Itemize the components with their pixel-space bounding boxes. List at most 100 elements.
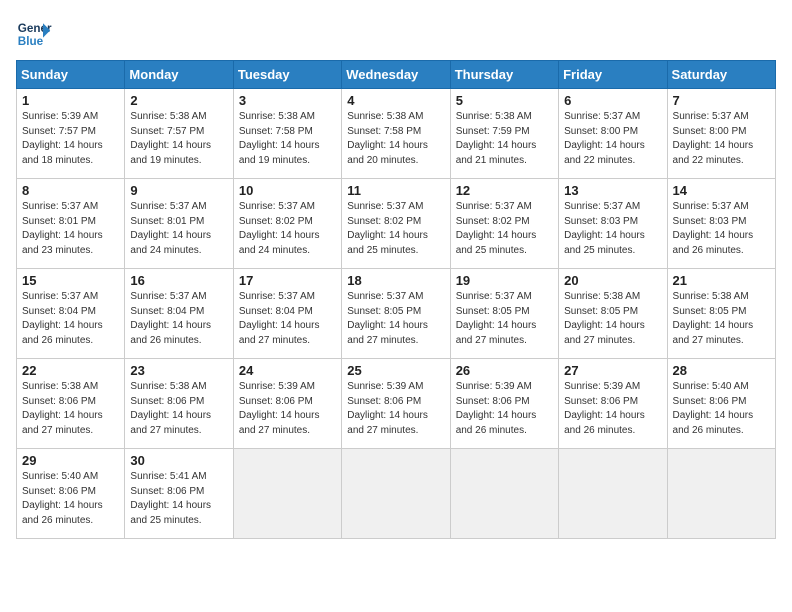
calendar-cell: 12 Sunrise: 5:37 AMSunset: 8:02 PMDaylig…	[450, 179, 558, 269]
day-header-monday: Monday	[125, 61, 233, 89]
calendar-table: SundayMondayTuesdayWednesdayThursdayFrid…	[16, 60, 776, 539]
svg-text:Blue: Blue	[18, 35, 44, 48]
day-info: Sunrise: 5:40 AMSunset: 8:06 PMDaylight:…	[673, 380, 770, 438]
day-number: 14	[673, 183, 770, 198]
day-info: Sunrise: 5:38 AMSunset: 8:06 PMDaylight:…	[22, 380, 119, 438]
day-info: Sunrise: 5:37 AMSunset: 8:01 PMDaylight:…	[22, 200, 119, 258]
day-number: 23	[130, 363, 227, 378]
day-info: Sunrise: 5:39 AMSunset: 8:06 PMDaylight:…	[347, 380, 444, 438]
day-number: 4	[347, 93, 444, 108]
calendar-cell: 18 Sunrise: 5:37 AMSunset: 8:05 PMDaylig…	[342, 269, 450, 359]
day-number: 24	[239, 363, 336, 378]
calendar-week-5: 29 Sunrise: 5:40 AMSunset: 8:06 PMDaylig…	[17, 449, 776, 539]
day-info: Sunrise: 5:39 AMSunset: 7:57 PMDaylight:…	[22, 110, 119, 168]
calendar-cell: 25 Sunrise: 5:39 AMSunset: 8:06 PMDaylig…	[342, 359, 450, 449]
day-number: 26	[456, 363, 553, 378]
calendar-cell: 2 Sunrise: 5:38 AMSunset: 7:57 PMDayligh…	[125, 89, 233, 179]
day-number: 7	[673, 93, 770, 108]
calendar-cell	[342, 449, 450, 539]
day-number: 5	[456, 93, 553, 108]
calendar-week-1: 1 Sunrise: 5:39 AMSunset: 7:57 PMDayligh…	[17, 89, 776, 179]
calendar-cell: 9 Sunrise: 5:37 AMSunset: 8:01 PMDayligh…	[125, 179, 233, 269]
day-info: Sunrise: 5:39 AMSunset: 8:06 PMDaylight:…	[564, 380, 661, 438]
day-info: Sunrise: 5:38 AMSunset: 7:57 PMDaylight:…	[130, 110, 227, 168]
calendar-cell	[450, 449, 558, 539]
calendar-cell: 17 Sunrise: 5:37 AMSunset: 8:04 PMDaylig…	[233, 269, 341, 359]
day-number: 3	[239, 93, 336, 108]
day-number: 1	[22, 93, 119, 108]
day-info: Sunrise: 5:37 AMSunset: 8:01 PMDaylight:…	[130, 200, 227, 258]
calendar-cell: 13 Sunrise: 5:37 AMSunset: 8:03 PMDaylig…	[559, 179, 667, 269]
day-info: Sunrise: 5:38 AMSunset: 7:58 PMDaylight:…	[347, 110, 444, 168]
day-number: 22	[22, 363, 119, 378]
day-header-saturday: Saturday	[667, 61, 775, 89]
calendar-cell: 23 Sunrise: 5:38 AMSunset: 8:06 PMDaylig…	[125, 359, 233, 449]
day-info: Sunrise: 5:37 AMSunset: 8:03 PMDaylight:…	[673, 200, 770, 258]
calendar-cell: 22 Sunrise: 5:38 AMSunset: 8:06 PMDaylig…	[17, 359, 125, 449]
day-number: 11	[347, 183, 444, 198]
calendar-cell: 3 Sunrise: 5:38 AMSunset: 7:58 PMDayligh…	[233, 89, 341, 179]
calendar-cell: 26 Sunrise: 5:39 AMSunset: 8:06 PMDaylig…	[450, 359, 558, 449]
calendar-cell: 30 Sunrise: 5:41 AMSunset: 8:06 PMDaylig…	[125, 449, 233, 539]
day-number: 19	[456, 273, 553, 288]
day-info: Sunrise: 5:38 AMSunset: 7:59 PMDaylight:…	[456, 110, 553, 168]
day-number: 25	[347, 363, 444, 378]
calendar-cell: 4 Sunrise: 5:38 AMSunset: 7:58 PMDayligh…	[342, 89, 450, 179]
day-number: 8	[22, 183, 119, 198]
calendar-cell: 1 Sunrise: 5:39 AMSunset: 7:57 PMDayligh…	[17, 89, 125, 179]
day-info: Sunrise: 5:37 AMSunset: 8:05 PMDaylight:…	[456, 290, 553, 348]
calendar-cell	[559, 449, 667, 539]
calendar-cell: 16 Sunrise: 5:37 AMSunset: 8:04 PMDaylig…	[125, 269, 233, 359]
day-info: Sunrise: 5:38 AMSunset: 7:58 PMDaylight:…	[239, 110, 336, 168]
calendar-cell: 27 Sunrise: 5:39 AMSunset: 8:06 PMDaylig…	[559, 359, 667, 449]
day-number: 17	[239, 273, 336, 288]
day-info: Sunrise: 5:37 AMSunset: 8:02 PMDaylight:…	[239, 200, 336, 258]
day-info: Sunrise: 5:37 AMSunset: 8:04 PMDaylight:…	[239, 290, 336, 348]
calendar-cell: 7 Sunrise: 5:37 AMSunset: 8:00 PMDayligh…	[667, 89, 775, 179]
day-info: Sunrise: 5:37 AMSunset: 8:05 PMDaylight:…	[347, 290, 444, 348]
calendar-week-4: 22 Sunrise: 5:38 AMSunset: 8:06 PMDaylig…	[17, 359, 776, 449]
day-info: Sunrise: 5:37 AMSunset: 8:00 PMDaylight:…	[564, 110, 661, 168]
calendar-header-row: SundayMondayTuesdayWednesdayThursdayFrid…	[17, 61, 776, 89]
logo-icon: General Blue	[16, 16, 52, 52]
day-header-thursday: Thursday	[450, 61, 558, 89]
day-number: 29	[22, 453, 119, 468]
calendar-cell: 6 Sunrise: 5:37 AMSunset: 8:00 PMDayligh…	[559, 89, 667, 179]
day-number: 28	[673, 363, 770, 378]
day-info: Sunrise: 5:37 AMSunset: 8:04 PMDaylight:…	[22, 290, 119, 348]
day-info: Sunrise: 5:37 AMSunset: 8:00 PMDaylight:…	[673, 110, 770, 168]
calendar-cell	[667, 449, 775, 539]
calendar-cell: 24 Sunrise: 5:39 AMSunset: 8:06 PMDaylig…	[233, 359, 341, 449]
calendar-cell: 14 Sunrise: 5:37 AMSunset: 8:03 PMDaylig…	[667, 179, 775, 269]
calendar-cell: 10 Sunrise: 5:37 AMSunset: 8:02 PMDaylig…	[233, 179, 341, 269]
header: General Blue	[16, 16, 776, 52]
day-info: Sunrise: 5:38 AMSunset: 8:05 PMDaylight:…	[564, 290, 661, 348]
calendar-week-3: 15 Sunrise: 5:37 AMSunset: 8:04 PMDaylig…	[17, 269, 776, 359]
day-number: 16	[130, 273, 227, 288]
calendar-body: 1 Sunrise: 5:39 AMSunset: 7:57 PMDayligh…	[17, 89, 776, 539]
day-info: Sunrise: 5:37 AMSunset: 8:02 PMDaylight:…	[456, 200, 553, 258]
day-info: Sunrise: 5:38 AMSunset: 8:06 PMDaylight:…	[130, 380, 227, 438]
day-number: 9	[130, 183, 227, 198]
calendar-cell	[233, 449, 341, 539]
day-info: Sunrise: 5:38 AMSunset: 8:05 PMDaylight:…	[673, 290, 770, 348]
day-number: 27	[564, 363, 661, 378]
day-number: 6	[564, 93, 661, 108]
calendar-cell: 20 Sunrise: 5:38 AMSunset: 8:05 PMDaylig…	[559, 269, 667, 359]
calendar-cell: 5 Sunrise: 5:38 AMSunset: 7:59 PMDayligh…	[450, 89, 558, 179]
day-number: 20	[564, 273, 661, 288]
day-number: 2	[130, 93, 227, 108]
day-info: Sunrise: 5:40 AMSunset: 8:06 PMDaylight:…	[22, 470, 119, 528]
calendar-cell: 21 Sunrise: 5:38 AMSunset: 8:05 PMDaylig…	[667, 269, 775, 359]
day-number: 13	[564, 183, 661, 198]
day-info: Sunrise: 5:37 AMSunset: 8:04 PMDaylight:…	[130, 290, 227, 348]
calendar-cell: 28 Sunrise: 5:40 AMSunset: 8:06 PMDaylig…	[667, 359, 775, 449]
day-info: Sunrise: 5:39 AMSunset: 8:06 PMDaylight:…	[456, 380, 553, 438]
calendar-cell: 8 Sunrise: 5:37 AMSunset: 8:01 PMDayligh…	[17, 179, 125, 269]
day-header-sunday: Sunday	[17, 61, 125, 89]
day-info: Sunrise: 5:41 AMSunset: 8:06 PMDaylight:…	[130, 470, 227, 528]
calendar-cell: 11 Sunrise: 5:37 AMSunset: 8:02 PMDaylig…	[342, 179, 450, 269]
day-info: Sunrise: 5:39 AMSunset: 8:06 PMDaylight:…	[239, 380, 336, 438]
day-header-wednesday: Wednesday	[342, 61, 450, 89]
calendar-week-2: 8 Sunrise: 5:37 AMSunset: 8:01 PMDayligh…	[17, 179, 776, 269]
